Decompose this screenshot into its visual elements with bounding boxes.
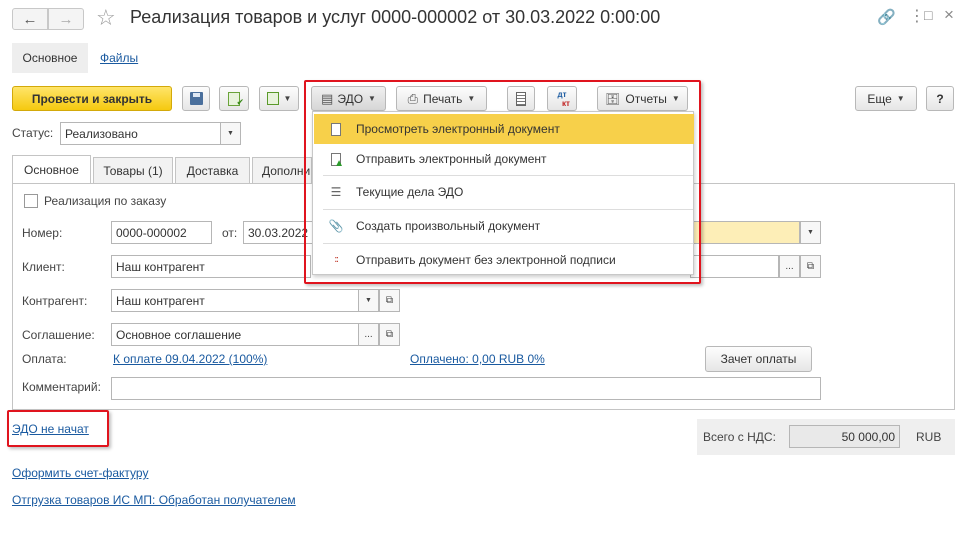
by-order-label: Реализация по заказу <box>44 194 167 208</box>
edo-status-highlight <box>7 410 109 447</box>
open-icon: ⧉ <box>385 295 394 306</box>
organization-dropdown-button[interactable]: ▼ <box>800 221 821 244</box>
shipment-status-link[interactable]: Отгрузка товаров ИС МП: Обработан получа… <box>12 493 296 507</box>
forward-button[interactable]: → <box>48 8 84 30</box>
agreement-label: Соглашение: <box>22 328 95 342</box>
organization-field[interactable] <box>690 221 800 244</box>
tab-main-top[interactable]: Основное <box>12 43 88 73</box>
ellipsis-icon: ... <box>785 261 794 272</box>
by-order-checkbox[interactable] <box>24 194 38 208</box>
contract-open-button[interactable]: ⧉ <box>800 255 821 278</box>
favorite-button[interactable]: ☆ <box>96 6 116 30</box>
more-icon: ⋮ <box>909 8 925 25</box>
counterparty-label: Контрагент: <box>22 294 88 308</box>
client-field[interactable]: Наш контрагент <box>111 255 311 278</box>
invoice-link[interactable]: Оформить счет-фактуру <box>12 466 148 480</box>
close-button[interactable]: × <box>944 5 954 25</box>
agreement-field[interactable]: Основное соглашение <box>111 323 359 346</box>
chevron-down-icon: ▼ <box>896 94 905 103</box>
paid-link[interactable]: Оплачено: 0,00 RUB 0% <box>410 352 545 366</box>
total-field: 50 000,00 <box>789 425 900 448</box>
status-dropdown-button[interactable]: ▼ <box>220 122 241 145</box>
floppy-icon <box>189 92 203 105</box>
create-based-on-button[interactable]: ▼ <box>259 86 299 111</box>
number-label: Номер: <box>22 226 63 240</box>
tab-additional[interactable]: Дополни <box>252 157 312 183</box>
comment-label: Комментарий: <box>22 380 101 394</box>
tab-main[interactable]: Основное <box>12 155 91 183</box>
payment-label: Оплата: <box>22 352 67 366</box>
link-button[interactable]: 🔗 <box>877 8 896 26</box>
counterparty-dropdown-button[interactable]: ▼ <box>358 289 379 312</box>
maximize-icon: □ <box>924 7 933 23</box>
status-label: Статус: <box>12 126 54 140</box>
post-document-icon: ✔ <box>228 91 244 107</box>
more-actions-button[interactable]: ⋮ <box>909 6 925 26</box>
page-title: Реализация товаров и услуг 0000-000002 о… <box>130 7 661 27</box>
counterparty-open-button[interactable]: ⧉ <box>379 289 400 312</box>
contract-select-button[interactable]: ... <box>779 255 800 278</box>
comment-field[interactable] <box>111 377 821 400</box>
open-icon: ⧉ <box>385 329 394 340</box>
arrow-left-icon: ← <box>22 10 38 28</box>
date-label: от: <box>222 226 238 240</box>
post-button[interactable]: ✔ <box>219 86 249 111</box>
agreement-select-button[interactable]: ... <box>358 323 379 346</box>
chevron-down-icon: ▼ <box>283 94 292 103</box>
offset-payment-button[interactable]: Зачет оплаты <box>705 346 812 372</box>
edo-menu-highlight <box>304 80 701 284</box>
client-label: Клиент: <box>22 260 65 274</box>
payment-due-link[interactable]: К оплате 09.04.2022 (100%) <box>113 352 267 366</box>
currency-label: RUB <box>916 430 942 444</box>
agreement-open-button[interactable]: ⧉ <box>379 323 400 346</box>
chevron-down-icon: ▼ <box>807 229 814 236</box>
tab-delivery[interactable]: Доставка <box>175 157 250 183</box>
star-icon: ☆ <box>96 5 116 30</box>
tab-goods[interactable]: Товары (1) <box>93 157 173 183</box>
close-icon: × <box>944 5 954 24</box>
open-icon: ⧉ <box>806 261 815 272</box>
create-based-icon <box>266 92 279 105</box>
back-button[interactable]: ← <box>12 8 48 30</box>
ellipsis-icon: ... <box>364 329 373 340</box>
save-button[interactable] <box>182 86 210 111</box>
total-label: Всего с НДС: <box>703 430 776 444</box>
maximize-button[interactable]: □ <box>924 7 932 23</box>
counterparty-field[interactable]: Наш контрагент <box>111 289 359 312</box>
arrow-right-icon: → <box>58 10 74 28</box>
more-button[interactable]: Еще ▼ <box>855 86 917 111</box>
post-and-close-button[interactable]: Провести и закрыть <box>12 86 172 111</box>
help-button[interactable]: ? <box>926 86 954 111</box>
chevron-down-icon: ▼ <box>227 130 234 137</box>
link-icon: 🔗 <box>877 9 896 26</box>
number-field[interactable]: 0000-000002 <box>111 221 212 244</box>
chevron-down-icon: ▼ <box>365 297 372 304</box>
contract-field[interactable] <box>690 255 779 278</box>
status-select[interactable]: Реализовано <box>60 122 241 145</box>
tab-files-top[interactable]: Файлы <box>100 51 138 65</box>
